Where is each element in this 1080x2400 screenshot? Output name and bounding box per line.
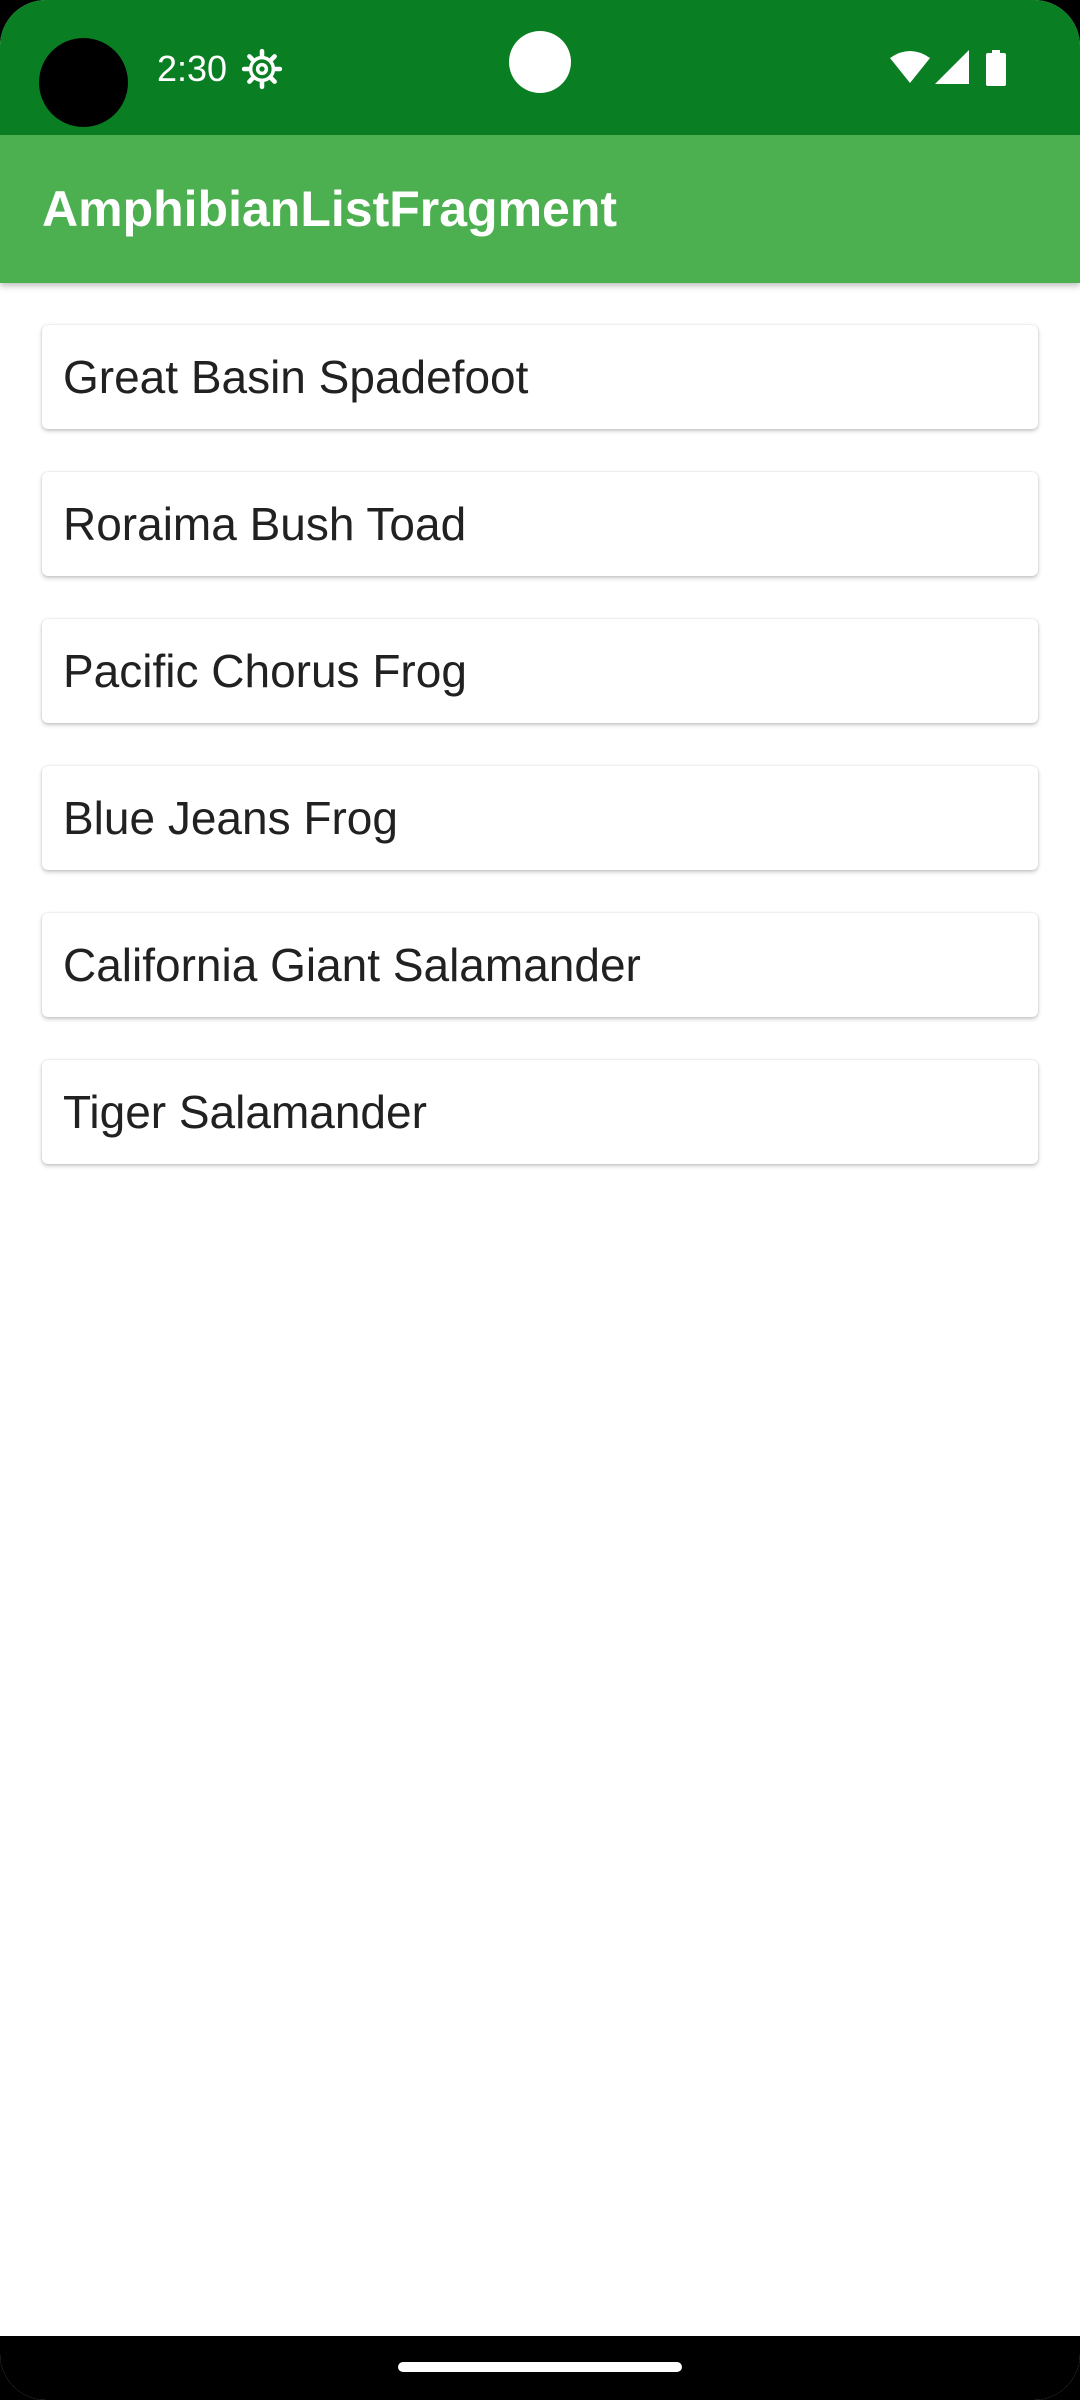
app-bar-title: AmphibianListFragment bbox=[42, 181, 618, 237]
app-bar: AmphibianListFragment bbox=[0, 135, 1080, 283]
settings-icon bbox=[241, 48, 283, 90]
list-item-label: Tiger Salamander bbox=[63, 1086, 427, 1138]
status-time: 2:30 bbox=[157, 48, 228, 89]
battery-icon bbox=[986, 50, 1006, 86]
cell-signal-icon bbox=[935, 50, 969, 84]
status-bar: 2:30 bbox=[0, 0, 1080, 135]
list-item[interactable]: Blue Jeans Frog bbox=[42, 766, 1038, 870]
phone-screen: 2:30 AmphibianListFragment Great Basin S… bbox=[0, 0, 1080, 2400]
camera-cutout bbox=[39, 38, 128, 127]
wifi-icon bbox=[890, 51, 930, 83]
front-camera-dot bbox=[509, 31, 571, 93]
list-item-label: Pacific Chorus Frog bbox=[63, 645, 467, 697]
list-item[interactable]: Tiger Salamander bbox=[42, 1060, 1038, 1164]
amphibian-list[interactable]: Great Basin Spadefoot Roraima Bush Toad … bbox=[42, 325, 1038, 1207]
list-item[interactable]: Great Basin Spadefoot bbox=[42, 325, 1038, 429]
list-item[interactable]: Roraima Bush Toad bbox=[42, 472, 1038, 576]
list-item-label: California Giant Salamander bbox=[63, 939, 641, 991]
list-item-label: Roraima Bush Toad bbox=[63, 498, 467, 550]
list-item[interactable]: California Giant Salamander bbox=[42, 913, 1038, 1017]
list-item[interactable]: Pacific Chorus Frog bbox=[42, 619, 1038, 723]
list-item-label: Blue Jeans Frog bbox=[63, 792, 398, 844]
home-gesture-handle[interactable] bbox=[398, 2362, 682, 2372]
list-item-label: Great Basin Spadefoot bbox=[63, 351, 529, 403]
